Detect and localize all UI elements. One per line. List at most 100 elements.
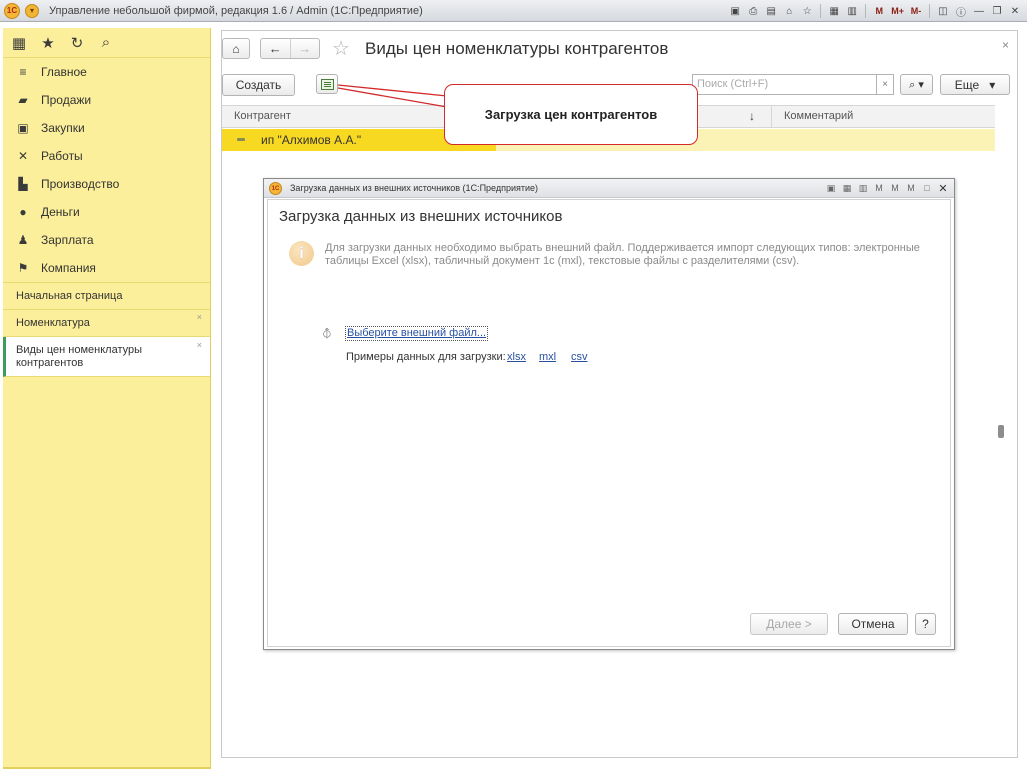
close-tab-icon[interactable]: × — [197, 339, 202, 352]
shopping-bag-icon: ▰ — [18, 93, 28, 107]
dialog-heading: Загрузка данных из внешних источников — [279, 208, 563, 225]
info-circle-icon[interactable]: ⓘ — [953, 3, 969, 19]
memory-minus-icon[interactable]: M — [904, 181, 918, 195]
sidebar-item-label: Продажи — [41, 93, 92, 107]
choose-file-link[interactable]: Выберите внешний файл... — [345, 326, 489, 341]
sample-csv-link[interactable]: csv — [571, 351, 588, 363]
dialog-tools: ▣ ▦ ▥ M M M □ ✕ — [824, 181, 950, 195]
home-button[interactable]: ⌂ — [222, 38, 250, 59]
window-titlebar: 1С ▾ Управление небольшой фирмой, редакц… — [0, 0, 1027, 22]
memory-m-icon[interactable]: M — [872, 181, 886, 195]
window-title: Управление небольшой фирмой, редакция 1.… — [49, 4, 423, 17]
sidebar-toolbar: ▦ ★ ↻ ⌕ — [3, 28, 210, 58]
back-arrow-icon[interactable]: ← — [261, 39, 290, 58]
magnifier-icon: ⌕ ▾ — [909, 78, 924, 91]
clear-search-icon[interactable]: × — [876, 74, 894, 95]
sidebar-item-label: Закупки — [41, 121, 85, 135]
memory-plus-button[interactable]: M+ — [889, 3, 906, 19]
close-icon[interactable]: ✕ — [1007, 3, 1023, 19]
more-button[interactable]: Еще ▾ — [940, 74, 1010, 95]
favorites-star-icon[interactable]: ★ — [40, 34, 56, 52]
main-menu-icon[interactable]: ▾ — [25, 3, 39, 18]
memory-m-button[interactable]: M — [871, 3, 887, 19]
separator — [820, 4, 822, 18]
sidebar-item-main[interactable]: ≡ Главное — [3, 58, 210, 86]
titlebar-tools: ▣ ⎙ ▤ ⌂ ☆ ▦ ▥ M M+ M- ◫ ⓘ — ❐ ✕ — [727, 3, 1023, 19]
open-window-price-types[interactable]: Виды цен номенклатуры контрагентов × — [3, 337, 210, 377]
spreadsheet-import-icon — [320, 78, 334, 90]
form-close-icon[interactable]: × — [1002, 38, 1009, 52]
help-button[interactable]: ? — [915, 613, 936, 635]
people-icon: ♟ — [17, 233, 29, 247]
history-icon[interactable]: ↻ — [69, 34, 85, 52]
app-logo-icon: 1С — [269, 182, 282, 195]
info-icon: i — [289, 241, 314, 266]
sidebar-item-label: Работы — [41, 149, 83, 163]
sample-xlsx-link[interactable]: xlsx — [507, 351, 526, 363]
ruble-coin-icon: ● — [19, 205, 27, 219]
menu-lines-icon: ≡ — [19, 65, 27, 79]
scrollbar-thumb[interactable] — [998, 425, 1004, 438]
sidebar-item-salary[interactable]: ♟ Зарплата — [3, 226, 210, 254]
sidebar-item-label: Деньги — [41, 205, 80, 219]
apps-grid-icon[interactable]: ▦ — [11, 34, 27, 52]
save-icon[interactable]: ▣ — [727, 3, 743, 19]
sidebar-item-production[interactable]: ▙ Производство — [3, 170, 210, 198]
preview-icon[interactable]: ▤ — [763, 3, 779, 19]
sidebar-item-money[interactable]: ● Деньги — [3, 198, 210, 226]
callout-label: Загрузка цен контрагентов — [444, 84, 698, 145]
sort-down-arrow-icon[interactable]: ↓ — [749, 106, 755, 127]
sidebar-item-purchases[interactable]: ▣ Закупки — [3, 114, 210, 142]
sidebar-item-works[interactable]: ✕ Работы — [3, 142, 210, 170]
app-logo-icon: 1С — [4, 2, 20, 19]
sidebar-item-label: Главное — [41, 65, 87, 79]
tools-icon: ✕ — [17, 149, 29, 163]
save-icon[interactable]: ▣ — [824, 181, 838, 195]
search-input[interactable]: Поиск (Ctrl+F) — [692, 74, 876, 95]
memory-plus-icon[interactable]: M — [888, 181, 902, 195]
open-window-home-page[interactable]: Начальная страница — [3, 283, 210, 310]
open-window-label: Виды цен номенклатуры контрагентов — [16, 343, 143, 369]
create-button[interactable]: Создать — [222, 74, 295, 96]
column-header-counterparty[interactable]: Контрагент — [222, 106, 291, 127]
chevron-down-icon: ▾ — [989, 77, 996, 92]
star-icon[interactable]: ☆ — [799, 3, 815, 19]
dialog-titlebar: 1С Загрузка данных из внешних источников… — [264, 179, 954, 198]
print-icon[interactable]: ⎙ — [745, 3, 761, 19]
calculator-icon[interactable]: ▦ — [826, 3, 842, 19]
calculator-icon[interactable]: ▦ — [840, 181, 854, 195]
open-window-nomenclature[interactable]: Номенклатура × — [3, 310, 210, 337]
sidebar-item-company[interactable]: ⚑ Компания — [3, 254, 210, 282]
load-prices-button[interactable] — [316, 74, 338, 94]
close-icon[interactable]: ✕ — [936, 181, 950, 195]
search-icon[interactable]: ⌕ — [98, 34, 114, 51]
maximize-icon[interactable]: □ — [920, 181, 934, 195]
sample-mxl-link[interactable]: mxl — [539, 351, 556, 363]
page-title: Виды цен номенклатуры контрагентов — [365, 39, 669, 58]
cancel-button[interactable]: Отмена — [838, 613, 908, 635]
next-button[interactable]: Далее > — [750, 613, 828, 635]
dialog-window-title: Загрузка данных из внешних источников (1… — [290, 183, 539, 193]
info-text: Для загрузки данных необходимо выбрать в… — [325, 242, 920, 267]
flag-icon: ⚑ — [17, 261, 29, 275]
restore-icon[interactable]: ❐ — [989, 3, 1005, 19]
search-options-button[interactable]: ⌕ ▾ — [900, 74, 933, 95]
home-icon[interactable]: ⌂ — [781, 3, 797, 19]
favorite-star-icon[interactable]: ☆ — [332, 36, 350, 61]
purchases-icon: ▣ — [17, 121, 29, 135]
sidebar-item-sales[interactable]: ▰ Продажи — [3, 86, 210, 114]
close-tab-icon[interactable]: × — [197, 312, 202, 322]
import-dialog: 1С Загрузка данных из внешних источников… — [263, 178, 955, 650]
calendar-icon[interactable]: ▥ — [856, 181, 870, 195]
open-window-label: Начальная страница — [16, 290, 123, 302]
open-window-label: Номенклатура — [16, 317, 90, 329]
history-nav: ← → — [260, 38, 320, 59]
dialog-body: Загрузка данных из внешних источников i … — [267, 199, 951, 647]
minimize-icon[interactable]: — — [971, 3, 987, 19]
forward-arrow-icon[interactable]: → — [289, 39, 320, 58]
column-header-comment[interactable]: Комментарий — [772, 106, 853, 127]
memory-minus-button[interactable]: M- — [908, 3, 924, 19]
panels-icon[interactable]: ◫ — [935, 3, 951, 19]
home-icon: ⌂ — [232, 41, 240, 56]
calendar-icon[interactable]: ▥ — [844, 3, 860, 19]
